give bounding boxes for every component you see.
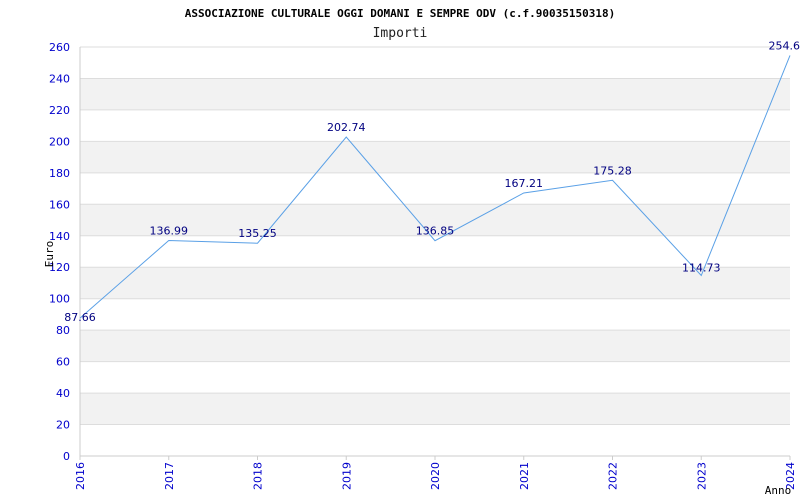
x-tick-label: 2023 bbox=[695, 462, 708, 490]
background-bands bbox=[80, 47, 790, 456]
band bbox=[80, 47, 790, 79]
y-axis-label: Euro bbox=[43, 241, 56, 268]
data-label: 114.73 bbox=[682, 262, 721, 275]
data-label: 135.25 bbox=[238, 227, 277, 240]
chart-subtitle: Importi bbox=[373, 26, 428, 41]
y-tick-label: 0 bbox=[63, 450, 70, 463]
data-label: 87.66 bbox=[64, 311, 96, 324]
data-label: 202.74 bbox=[327, 121, 366, 134]
band bbox=[80, 330, 790, 362]
band bbox=[80, 141, 790, 173]
y-tick-label: 220 bbox=[49, 104, 70, 117]
band bbox=[80, 298, 790, 331]
y-tick-label: 160 bbox=[49, 198, 70, 211]
y-tick-label: 80 bbox=[56, 324, 70, 337]
x-tick-label: 2020 bbox=[429, 462, 442, 490]
band bbox=[80, 109, 790, 142]
band bbox=[80, 172, 790, 205]
data-label: 167.21 bbox=[505, 177, 544, 190]
x-tick-labels: 2016 2017 2018 2019 2020 2021 2022 2023 2024 bbox=[74, 456, 797, 490]
band bbox=[80, 393, 790, 425]
x-tick-label: 2016 bbox=[74, 462, 87, 490]
x-tick-label: 2019 bbox=[340, 462, 353, 490]
data-label: 175.28 bbox=[593, 164, 632, 177]
x-tick-label: 2021 bbox=[518, 462, 531, 490]
line-chart: 020406080100120140160180200220240260 201… bbox=[43, 7, 800, 497]
y-tick-label: 100 bbox=[49, 293, 70, 306]
band bbox=[80, 78, 790, 110]
y-tick-label: 260 bbox=[49, 41, 70, 54]
band bbox=[80, 424, 790, 456]
data-label: 254.6 bbox=[769, 39, 800, 52]
y-tick-label: 60 bbox=[56, 356, 70, 369]
x-axis-label: Anno bbox=[765, 484, 792, 497]
data-label: 136.99 bbox=[150, 225, 189, 238]
y-tick-label: 240 bbox=[49, 72, 70, 85]
y-tick-label: 180 bbox=[49, 167, 70, 180]
data-label: 136.85 bbox=[416, 225, 455, 238]
y-tick-label: 40 bbox=[56, 387, 70, 400]
x-tick-label: 2017 bbox=[163, 462, 176, 490]
band bbox=[80, 361, 790, 394]
y-tick-label: 200 bbox=[49, 135, 70, 148]
chart-title: ASSOCIAZIONE CULTURALE OGGI DOMANI E SEM… bbox=[185, 7, 615, 20]
y-tick-label: 20 bbox=[56, 419, 70, 432]
x-tick-label: 2018 bbox=[252, 462, 265, 490]
x-tick-label: 2022 bbox=[607, 462, 620, 490]
